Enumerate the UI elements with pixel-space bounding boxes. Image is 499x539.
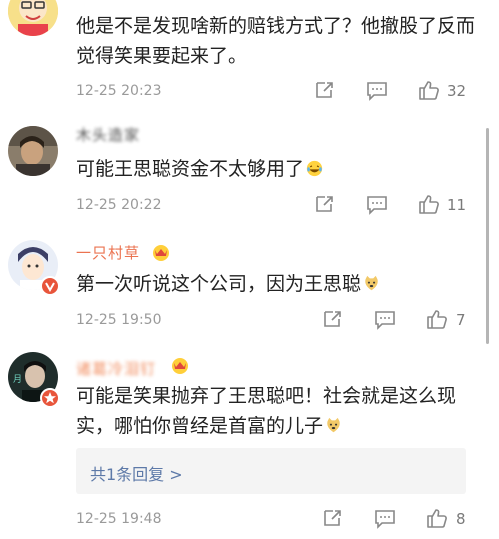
avatar[interactable]	[8, 126, 58, 176]
comment-button[interactable]	[366, 195, 388, 215]
like-count: 7	[456, 311, 466, 329]
svg-text:月: 月	[13, 374, 22, 385]
comment-time: 12-25 20:23	[76, 83, 162, 99]
comment-time: 12-25 19:48	[76, 511, 162, 527]
doge-emoji	[365, 275, 378, 291]
doge-emoji	[327, 417, 340, 433]
laughing-tears-emoji	[306, 160, 323, 177]
comment-3: 一只村草 第一次听说这个公司，因为王思聪 12-25 19:50 7	[0, 222, 499, 334]
comment-button[interactable]	[366, 81, 388, 101]
like-count: 8	[456, 510, 466, 528]
username[interactable]: 一只村草	[76, 242, 140, 263]
username[interactable]: 诸葛冷泪钉	[76, 358, 156, 379]
comment-text: 他是不是发现啥新的赔钱方式了？他撤股了反而觉得笑果要起来了。	[76, 15, 476, 67]
like-button[interactable]	[426, 308, 448, 330]
comment-icon	[375, 311, 395, 330]
comment-text: 第一次听说这个公司，因为王思聪	[76, 269, 476, 299]
comment-button[interactable]	[374, 509, 396, 529]
reply-thread-box[interactable]: 共1条回复 >	[76, 448, 466, 494]
crown-badge-icon	[151, 243, 171, 261]
star-icon	[44, 392, 56, 404]
scrollbar[interactable]	[486, 128, 489, 344]
comment-icon	[367, 196, 387, 215]
verified-badge	[40, 388, 60, 408]
username[interactable]: 木头造家	[76, 124, 140, 145]
like-count: 32	[447, 82, 467, 100]
comment-text: 可能是笑果抛弃了王思聪吧！社会就是这么现实，哪怕你曾经是首富的儿子	[76, 385, 457, 437]
v-icon	[45, 282, 55, 293]
share-button[interactable]	[322, 508, 344, 528]
comment-icon	[375, 510, 395, 529]
thumbs-up-icon	[427, 310, 447, 329]
comment-4: 月 诸葛冷泪钉 可能是笑果抛弃了王思聪吧！社会就是这么现实，哪怕你曾经是首富的儿…	[0, 334, 499, 539]
like-button[interactable]	[418, 193, 440, 215]
comment-icon	[367, 82, 387, 101]
thumbs-up-icon	[419, 81, 439, 100]
comment-button[interactable]	[374, 310, 396, 330]
thumbs-up-icon	[427, 509, 447, 528]
thumbs-up-icon	[419, 195, 439, 214]
view-replies-link[interactable]: 共1条回复 >	[90, 461, 183, 485]
share-button[interactable]	[322, 309, 344, 329]
verified-badge	[40, 276, 60, 296]
avatar-image	[8, 0, 58, 36]
avatar-image	[8, 126, 58, 176]
like-count: 11	[447, 196, 467, 214]
avatar[interactable]	[8, 0, 58, 36]
comment-2: 木头造家 可能王思聪资金不太够用了 12-25 20:22 11	[0, 110, 499, 222]
like-button[interactable]	[418, 79, 440, 101]
share-icon	[324, 311, 341, 327]
share-icon	[316, 82, 333, 98]
share-icon	[316, 196, 333, 212]
share-button[interactable]	[314, 80, 336, 100]
crown-badge-icon	[170, 356, 190, 374]
share-icon	[324, 510, 341, 526]
like-button[interactable]	[426, 507, 448, 529]
comment-time: 12-25 20:22	[76, 197, 162, 213]
comment-time: 12-25 19:50	[76, 312, 162, 328]
comment-1: 他是不是发现啥新的赔钱方式了？他撤股了反而觉得笑果要起来了。 12-25 20:…	[0, 0, 499, 110]
share-button[interactable]	[314, 194, 336, 214]
comment-text: 可能王思聪资金不太够用了	[76, 154, 476, 184]
